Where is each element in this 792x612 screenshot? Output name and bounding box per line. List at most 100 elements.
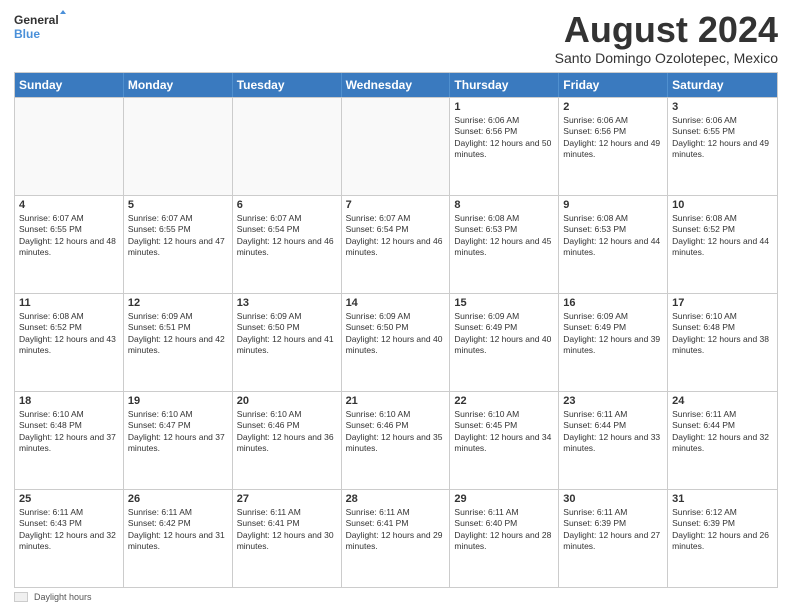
- cell-info: Sunrise: 6:11 AMSunset: 6:40 PMDaylight:…: [454, 507, 554, 553]
- day-number: 21: [346, 395, 446, 407]
- calendar-cell: 3 Sunrise: 6:06 AMSunset: 6:55 PMDaylight…: [668, 98, 777, 195]
- calendar-cell: 15 Sunrise: 6:09 AMSunset: 6:49 PMDayligh…: [450, 294, 559, 391]
- calendar-cell: 4Sunrise: 6:07 AMSunset: 6:55 PMDaylight…: [15, 196, 124, 293]
- calendar-cell: 9 Sunrise: 6:08 AMSunset: 6:53 PMDaylight…: [559, 196, 668, 293]
- day-number: 19: [128, 395, 228, 407]
- cell-info: Sunrise: 6:07 AMSunset: 6:54 PMDaylight:…: [237, 213, 337, 259]
- calendar-header-row: SundayMondayTuesdayWednesdayThursdayFrid…: [15, 73, 777, 97]
- cell-info: Sunrise: 6:09 AMSunset: 6:49 PMDaylight:…: [454, 311, 554, 357]
- cell-info: Sunrise: 6:10 AMSunset: 6:47 PMDaylight:…: [128, 409, 228, 455]
- calendar-cell: 13 Sunrise: 6:09 AMSunset: 6:50 PMDayligh…: [233, 294, 342, 391]
- day-number: 11: [19, 297, 119, 309]
- calendar-cell: 7Sunrise: 6:07 AMSunset: 6:54 PMDaylight…: [342, 196, 451, 293]
- legend-label: Daylight hours: [34, 592, 92, 602]
- calendar-header-cell: Monday: [124, 73, 233, 97]
- location-subtitle: Santo Domingo Ozolotepec, Mexico: [555, 50, 778, 66]
- calendar-header-cell: Saturday: [668, 73, 777, 97]
- day-number: 20: [237, 395, 337, 407]
- cell-info: Sunrise: 6:11 AMSunset: 6:42 PMDaylight:…: [128, 507, 228, 553]
- cell-info: Sunrise: 6:11 AMSunset: 6:41 PMDaylight:…: [237, 507, 337, 553]
- cell-info: Sunrise: 6:07 AMSunset: 6:55 PMDaylight:…: [19, 213, 119, 259]
- day-number: 14: [346, 297, 446, 309]
- day-number: 5: [128, 199, 228, 211]
- calendar-cell: 31 Sunrise: 6:12 AMSunset: 6:39 PMDayligh…: [668, 490, 777, 587]
- legend: Daylight hours: [14, 592, 778, 602]
- cell-info: Sunrise: 6:12 AMSunset: 6:39 PMDaylight:…: [672, 507, 773, 553]
- cell-info: Sunrise: 6:09 AMSunset: 6:49 PMDaylight:…: [563, 311, 663, 357]
- day-number: 8: [454, 199, 554, 211]
- calendar-cell: 18Sunrise: 6:10 AMSunset: 6:48 PMDayligh…: [15, 392, 124, 489]
- calendar-week-row: 1 Sunrise: 6:06 AMSunset: 6:56 PMDaylight…: [15, 97, 777, 195]
- day-number: 9: [563, 199, 663, 211]
- calendar-cell: 6 Sunrise: 6:07 AMSunset: 6:54 PMDaylight…: [233, 196, 342, 293]
- cell-info: Sunrise: 6:09 AMSunset: 6:50 PMDaylight:…: [346, 311, 446, 357]
- title-block: August 2024 Santo Domingo Ozolotepec, Me…: [555, 10, 778, 66]
- cell-info: Sunrise: 6:08 AMSunset: 6:53 PMDaylight:…: [563, 213, 663, 259]
- cell-info: Sunrise: 6:06 AMSunset: 6:56 PMDaylight:…: [454, 115, 554, 161]
- cell-info: Sunrise: 6:08 AMSunset: 6:52 PMDaylight:…: [19, 311, 119, 357]
- calendar-header-cell: Friday: [559, 73, 668, 97]
- calendar-body: 1 Sunrise: 6:06 AMSunset: 6:56 PMDaylight…: [15, 97, 777, 587]
- logo-svg: General Blue: [14, 10, 66, 46]
- calendar-week-row: 18Sunrise: 6:10 AMSunset: 6:48 PMDayligh…: [15, 391, 777, 489]
- day-number: 13: [237, 297, 337, 309]
- cell-info: Sunrise: 6:06 AMSunset: 6:55 PMDaylight:…: [672, 115, 773, 161]
- calendar-cell: 20 Sunrise: 6:10 AMSunset: 6:46 PMDayligh…: [233, 392, 342, 489]
- cell-info: Sunrise: 6:07 AMSunset: 6:55 PMDaylight:…: [128, 213, 228, 259]
- calendar-cell: 29 Sunrise: 6:11 AMSunset: 6:40 PMDayligh…: [450, 490, 559, 587]
- day-number: 25: [19, 493, 119, 505]
- cell-info: Sunrise: 6:11 AMSunset: 6:44 PMDaylight:…: [672, 409, 773, 455]
- day-number: 6: [237, 199, 337, 211]
- calendar-cell: 16 Sunrise: 6:09 AMSunset: 6:49 PMDayligh…: [559, 294, 668, 391]
- cell-info: Sunrise: 6:10 AMSunset: 6:48 PMDaylight:…: [672, 311, 773, 357]
- calendar-cell: 25 Sunrise: 6:11 AMSunset: 6:43 PMDayligh…: [15, 490, 124, 587]
- calendar-cell: [15, 98, 124, 195]
- cell-info: Sunrise: 6:11 AMSunset: 6:43 PMDaylight:…: [19, 507, 119, 553]
- day-number: 27: [237, 493, 337, 505]
- calendar-cell: 26 Sunrise: 6:11 AMSunset: 6:42 PMDayligh…: [124, 490, 233, 587]
- calendar-week-row: 25 Sunrise: 6:11 AMSunset: 6:43 PMDayligh…: [15, 489, 777, 587]
- day-number: 2: [563, 101, 663, 113]
- cell-info: Sunrise: 6:11 AMSunset: 6:41 PMDaylight:…: [346, 507, 446, 553]
- calendar-cell: 21Sunrise: 6:10 AMSunset: 6:46 PMDayligh…: [342, 392, 451, 489]
- page: General Blue August 2024 Santo Domingo O…: [0, 0, 792, 612]
- calendar-cell: 27 Sunrise: 6:11 AMSunset: 6:41 PMDayligh…: [233, 490, 342, 587]
- day-number: 26: [128, 493, 228, 505]
- day-number: 18: [19, 395, 119, 407]
- day-number: 15: [454, 297, 554, 309]
- calendar-cell: 22Sunrise: 6:10 AMSunset: 6:45 PMDayligh…: [450, 392, 559, 489]
- day-number: 16: [563, 297, 663, 309]
- day-number: 7: [346, 199, 446, 211]
- cell-info: Sunrise: 6:09 AMSunset: 6:50 PMDaylight:…: [237, 311, 337, 357]
- calendar-cell: [233, 98, 342, 195]
- calendar-header-cell: Tuesday: [233, 73, 342, 97]
- calendar-cell: 17Sunrise: 6:10 AMSunset: 6:48 PMDayligh…: [668, 294, 777, 391]
- cell-info: Sunrise: 6:06 AMSunset: 6:56 PMDaylight:…: [563, 115, 663, 161]
- calendar-header-cell: Thursday: [450, 73, 559, 97]
- header: General Blue August 2024 Santo Domingo O…: [14, 10, 778, 66]
- calendar-cell: 28Sunrise: 6:11 AMSunset: 6:41 PMDayligh…: [342, 490, 451, 587]
- svg-text:General: General: [14, 13, 59, 27]
- month-year-title: August 2024: [555, 10, 778, 50]
- calendar-cell: 10Sunrise: 6:08 AMSunset: 6:52 PMDayligh…: [668, 196, 777, 293]
- cell-info: Sunrise: 6:08 AMSunset: 6:52 PMDaylight:…: [672, 213, 773, 259]
- calendar-week-row: 11 Sunrise: 6:08 AMSunset: 6:52 PMDayligh…: [15, 293, 777, 391]
- logo: General Blue: [14, 10, 66, 46]
- calendar-cell: 2 Sunrise: 6:06 AMSunset: 6:56 PMDaylight…: [559, 98, 668, 195]
- cell-info: Sunrise: 6:10 AMSunset: 6:46 PMDaylight:…: [237, 409, 337, 455]
- cell-info: Sunrise: 6:09 AMSunset: 6:51 PMDaylight:…: [128, 311, 228, 357]
- cell-info: Sunrise: 6:11 AMSunset: 6:44 PMDaylight:…: [563, 409, 663, 455]
- day-number: 31: [672, 493, 773, 505]
- calendar-cell: 8Sunrise: 6:08 AMSunset: 6:53 PMDaylight…: [450, 196, 559, 293]
- calendar-cell: 1 Sunrise: 6:06 AMSunset: 6:56 PMDaylight…: [450, 98, 559, 195]
- calendar-cell: 5 Sunrise: 6:07 AMSunset: 6:55 PMDaylight…: [124, 196, 233, 293]
- calendar-header-cell: Wednesday: [342, 73, 451, 97]
- day-number: 22: [454, 395, 554, 407]
- day-number: 1: [454, 101, 554, 113]
- svg-text:Blue: Blue: [14, 27, 40, 41]
- day-number: 3: [672, 101, 773, 113]
- day-number: 23: [563, 395, 663, 407]
- calendar-header-cell: Sunday: [15, 73, 124, 97]
- day-number: 24: [672, 395, 773, 407]
- day-number: 29: [454, 493, 554, 505]
